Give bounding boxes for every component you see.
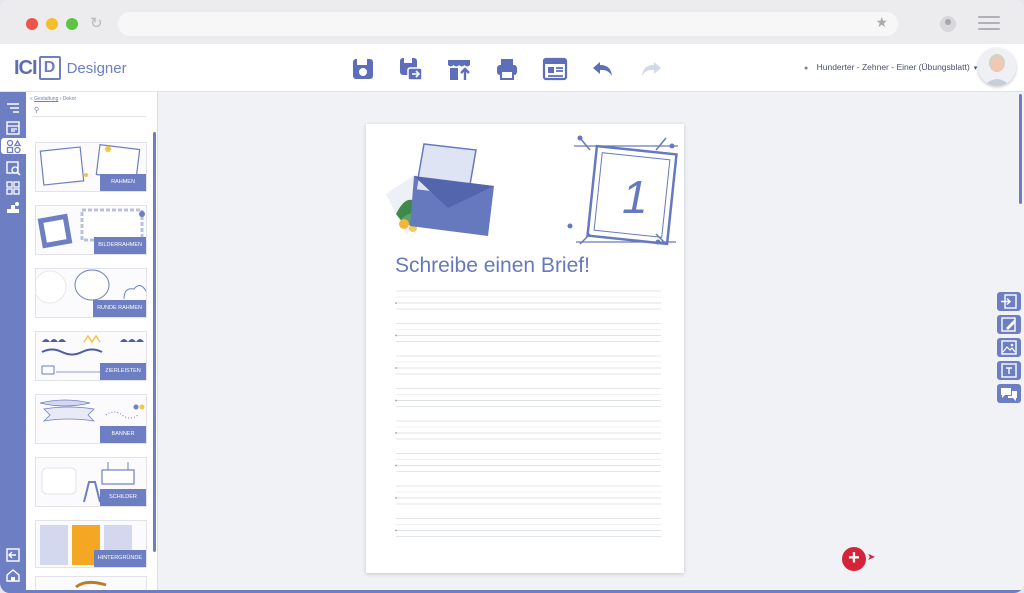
category-card-schilder[interactable]: SCHILDER — [35, 457, 147, 507]
edit-icon[interactable] — [997, 315, 1021, 334]
stamp-icon[interactable] — [4, 200, 22, 216]
category-card-zierleisten[interactable]: ZIERLEISTEN — [35, 331, 147, 381]
logo-suffix: Designer — [66, 59, 127, 77]
profile-icon[interactable] — [940, 16, 956, 32]
category-label: RAHMEN — [100, 174, 146, 191]
search-input[interactable]: ⚲ — [32, 106, 146, 117]
layout-grid-icon[interactable] — [4, 180, 22, 196]
left-rail — [0, 92, 26, 593]
writing-lines — [395, 290, 661, 537]
undo-icon[interactable] — [590, 56, 616, 82]
project-selector[interactable]: Hunderter - Zehner - Einer (Übungsblatt)… — [804, 62, 978, 72]
category-label: BILDERRAHMEN — [94, 237, 146, 254]
address-bar[interactable]: ★ — [118, 12, 898, 36]
decor-panel: « Gestaltung › Dekor ⚲ RAHMEN BILDERRAHM… — [26, 92, 158, 593]
browser-window: ↻ ★ ICI D Designer ● Hunderter - Zehner … — [0, 0, 1024, 593]
category-card-runde-rahmen[interactable]: RUNDE RAHMEN — [35, 268, 147, 318]
app-logo[interactable]: ICI D Designer — [14, 54, 127, 82]
worksheet-heading[interactable]: Schreibe einen Brief! — [395, 254, 590, 278]
writing-line-group — [395, 518, 661, 537]
minimize-window-button[interactable] — [46, 18, 58, 30]
breadcrumb: « Gestaltung › Dekor — [30, 96, 76, 102]
image-icon[interactable] — [997, 338, 1021, 357]
writing-line-group — [395, 388, 661, 407]
add-element-button[interactable]: + — [842, 547, 866, 571]
breadcrumb-link[interactable]: Gestaltung — [34, 96, 58, 102]
chevron-down-icon: ▾ — [973, 65, 978, 72]
print-icon[interactable] — [494, 56, 520, 82]
category-label: HINTERGRÜNDE — [93, 550, 146, 567]
browser-chrome: ↻ ★ — [0, 0, 1024, 44]
import-icon[interactable] — [997, 292, 1021, 311]
writing-line-group — [395, 485, 661, 505]
shapes-icon — [6, 139, 22, 154]
writing-line-group — [395, 290, 661, 310]
category-label: SCHILDER — [100, 489, 146, 506]
category-card-rahmen[interactable]: RAHMEN — [35, 142, 147, 192]
category-card-bilderrahmen[interactable]: BILDERRAHMEN — [35, 205, 147, 255]
panel-scrollbar[interactable] — [153, 132, 156, 552]
fab-arrow-icon: ➤ — [867, 552, 876, 563]
writing-line-group — [395, 420, 661, 440]
logout-icon[interactable] — [4, 547, 22, 563]
browser-menu-icon[interactable] — [978, 16, 1000, 30]
category-label: BANNER — [100, 426, 146, 443]
close-window-button[interactable] — [26, 18, 38, 30]
writing-line-group — [395, 453, 661, 472]
category-label: RUNDE RAHMEN — [93, 300, 146, 317]
reload-icon[interactable]: ↻ — [90, 14, 103, 32]
category-card-banner[interactable]: BANNER — [35, 394, 147, 444]
save-icon[interactable] — [350, 56, 376, 82]
home-icon[interactable] — [4, 567, 22, 583]
writing-line-group — [395, 355, 661, 375]
search-icon: ⚲ — [34, 106, 40, 114]
writing-line-group — [395, 323, 661, 342]
redo-icon[interactable] — [638, 56, 664, 82]
maximize-window-button[interactable] — [66, 18, 78, 30]
comments-icon[interactable] — [997, 384, 1021, 403]
preview-icon[interactable] — [542, 56, 568, 82]
templates-icon[interactable] — [4, 120, 22, 136]
upload-icon[interactable] — [446, 56, 472, 82]
user-avatar[interactable] — [978, 48, 1016, 86]
badge-number[interactable]: 1 — [622, 170, 648, 224]
category-label: ZIERLEISTEN — [100, 363, 146, 380]
category-card-hintergruende[interactable]: HINTERGRÜNDE — [35, 520, 147, 568]
project-name: Hunderter - Zehner - Einer (Übungsblatt) — [816, 62, 970, 72]
textbox-icon[interactable] — [997, 361, 1021, 380]
bookmark-star-icon[interactable]: ★ — [875, 15, 888, 31]
save-as-icon[interactable] — [398, 56, 424, 82]
logo-text: ICI — [14, 56, 38, 79]
shapes-tab[interactable] — [1, 138, 26, 154]
worksheet-page[interactable]: 1 Schreibe einen Brief! — [366, 124, 684, 573]
logo-letter: D — [38, 56, 61, 80]
breadcrumb-current: Dekor — [62, 96, 77, 102]
menu-toggle-icon[interactable] — [4, 100, 22, 116]
image-search-icon[interactable] — [4, 160, 22, 176]
canvas-scrollbar[interactable] — [1019, 94, 1022, 204]
envelope-illustration — [386, 143, 494, 236]
